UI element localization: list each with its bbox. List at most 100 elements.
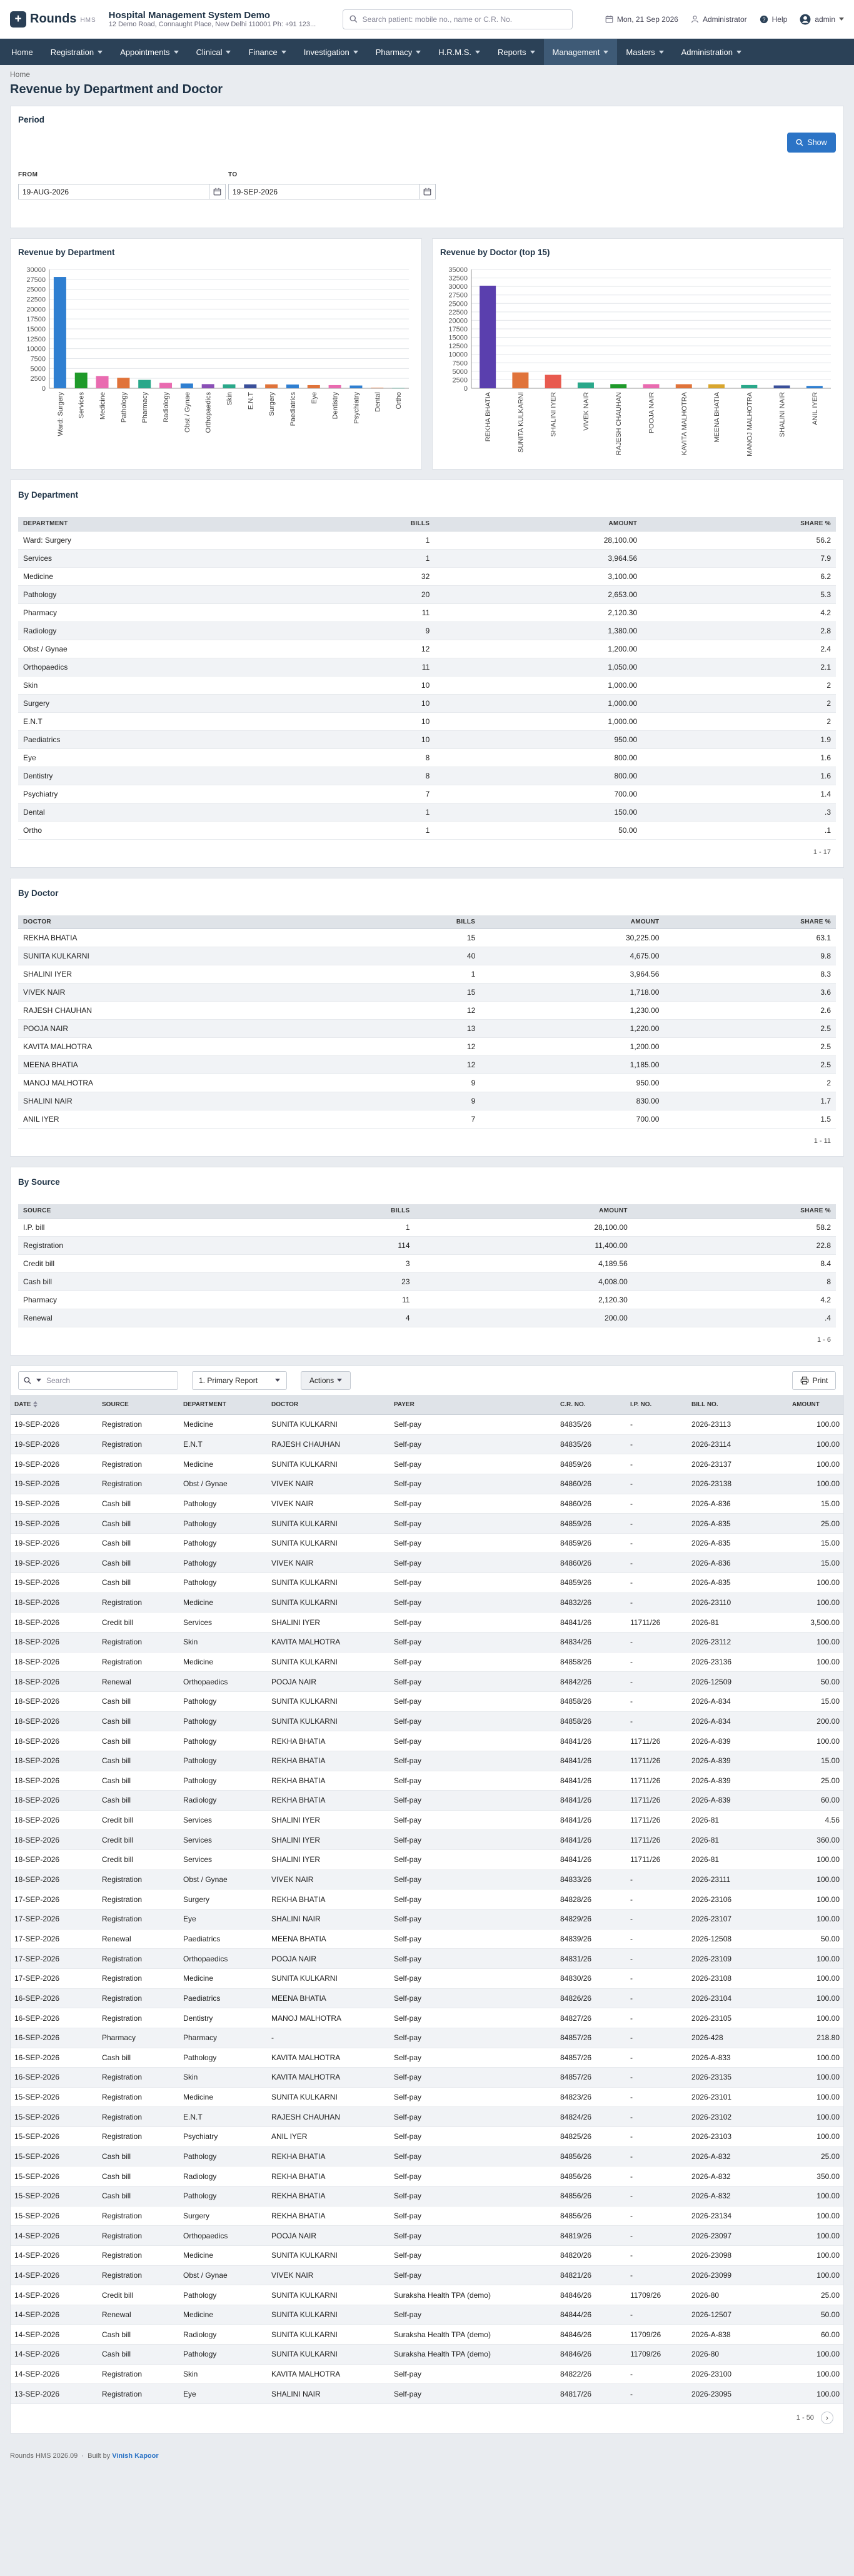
- column-header[interactable]: DEPARTMENT: [179, 1394, 268, 1415]
- bar[interactable]: [480, 285, 496, 388]
- column-header[interactable]: SHARE %: [642, 517, 836, 531]
- table-cell: SUNITA KULKARNI: [268, 1414, 390, 1435]
- column-header[interactable]: AMOUNT: [435, 517, 643, 531]
- nav-investigation[interactable]: Investigation: [295, 39, 367, 65]
- column-header[interactable]: I.P. NO.: [626, 1394, 688, 1415]
- table-cell: Self-pay: [390, 2028, 556, 2048]
- nav-masters[interactable]: Masters: [617, 39, 672, 65]
- from-calendar-button[interactable]: [209, 184, 225, 199]
- column-header[interactable]: C.R. NO.: [556, 1394, 626, 1415]
- bar[interactable]: [577, 382, 594, 388]
- column-header[interactable]: DOCTOR: [268, 1394, 390, 1415]
- table-cell: 2026-23137: [688, 1454, 788, 1474]
- to-calendar-button[interactable]: [419, 184, 435, 199]
- table-cell: 2026-23113: [688, 1414, 788, 1435]
- help-link[interactable]: ? Help: [760, 15, 787, 24]
- column-header[interactable]: SOURCE: [18, 1204, 269, 1219]
- show-button[interactable]: Show: [787, 133, 836, 153]
- bar[interactable]: [773, 385, 790, 388]
- nav-reports[interactable]: Reports: [489, 39, 544, 65]
- column-header-date[interactable]: DATE: [11, 1394, 98, 1415]
- column-header[interactable]: BILLS: [296, 517, 435, 531]
- column-header[interactable]: DOCTOR: [18, 915, 358, 929]
- column-header[interactable]: BILLS: [357, 915, 481, 929]
- nav-label: Masters: [626, 47, 655, 57]
- nav-finance[interactable]: Finance: [239, 39, 294, 65]
- bar[interactable]: [512, 372, 529, 388]
- breadcrumb-home[interactable]: Home: [10, 70, 30, 79]
- nav-label: Home: [11, 47, 33, 57]
- nav-hrms[interactable]: H.R.M.S.: [430, 39, 489, 65]
- column-header[interactable]: PAYER: [390, 1394, 556, 1415]
- bar[interactable]: [223, 384, 236, 388]
- actions-button[interactable]: Actions: [301, 1371, 351, 1390]
- bar[interactable]: [286, 384, 299, 388]
- next-page-button[interactable]: ›: [821, 2412, 833, 2425]
- from-date-field[interactable]: 19-AUG-2026: [18, 184, 226, 199]
- table-cell: Cash bill: [98, 2324, 179, 2345]
- print-button[interactable]: Print: [792, 1371, 836, 1390]
- nav-registration[interactable]: Registration: [42, 39, 111, 65]
- bar[interactable]: [180, 383, 193, 388]
- bar[interactable]: [545, 375, 561, 388]
- column-header[interactable]: BILL NO.: [688, 1394, 788, 1415]
- bar[interactable]: [244, 384, 257, 388]
- table-cell: 19-SEP-2026: [11, 1533, 98, 1554]
- bar[interactable]: [307, 385, 320, 388]
- bar[interactable]: [159, 383, 173, 388]
- column-header[interactable]: DEPARTMENT: [18, 517, 296, 531]
- user-menu[interactable]: admin: [800, 14, 844, 25]
- table-cell: SUNITA KULKARNI: [268, 1968, 390, 1989]
- to-date-field[interactable]: 19-SEP-2026: [228, 184, 436, 199]
- nav-home[interactable]: Home: [3, 39, 42, 65]
- column-header[interactable]: AMOUNT: [788, 1394, 843, 1415]
- bar[interactable]: [74, 372, 88, 388]
- bar[interactable]: [708, 384, 725, 388]
- bar[interactable]: [392, 388, 405, 389]
- nav-appointments[interactable]: Appointments: [111, 39, 188, 65]
- bar[interactable]: [741, 385, 758, 388]
- table-cell: -: [626, 2364, 688, 2385]
- bar[interactable]: [117, 378, 130, 388]
- nav-clinical[interactable]: Clinical: [188, 39, 240, 65]
- table-cell: Eye: [179, 1909, 268, 1929]
- table-cell: 100.00: [788, 1849, 843, 1870]
- bar[interactable]: [328, 385, 341, 388]
- nav-pharmacy[interactable]: Pharmacy: [367, 39, 430, 65]
- calendar-icon: [423, 188, 431, 196]
- bar[interactable]: [138, 380, 151, 388]
- x-tick-label: ANIL IYER: [811, 392, 819, 425]
- bar[interactable]: [201, 384, 214, 388]
- column-header[interactable]: AMOUNT: [414, 1204, 633, 1219]
- table-cell: 84841/26: [556, 1790, 626, 1811]
- table-cell: Self-pay: [390, 2206, 556, 2226]
- bar[interactable]: [806, 386, 823, 388]
- bar[interactable]: [53, 277, 66, 388]
- footer-author-link[interactable]: Vinish Kapoor: [112, 2452, 158, 2460]
- table-cell: 20: [296, 585, 435, 604]
- chevron-down-icon[interactable]: [36, 1379, 41, 1382]
- table-cell: Dentistry: [179, 2008, 268, 2028]
- column-header[interactable]: SOURCE: [98, 1394, 179, 1415]
- column-header[interactable]: SHARE %: [664, 915, 836, 929]
- report-select[interactable]: 1. Primary Report: [192, 1371, 287, 1390]
- column-header[interactable]: BILLS: [269, 1204, 415, 1219]
- bar[interactable]: [610, 384, 627, 388]
- bar[interactable]: [349, 385, 363, 388]
- column-header[interactable]: AMOUNT: [480, 915, 665, 929]
- column-header[interactable]: SHARE %: [632, 1204, 836, 1219]
- table-cell: 3.6: [664, 983, 836, 1002]
- nav-administration[interactable]: Administration: [673, 39, 750, 65]
- bar[interactable]: [265, 384, 278, 388]
- report-search-input[interactable]: Search: [18, 1371, 178, 1390]
- patient-search-input[interactable]: Search patient: mobile no., name or C.R.…: [342, 9, 573, 29]
- table-cell: Suraksha Health TPA (demo): [390, 2324, 556, 2345]
- bar[interactable]: [675, 384, 692, 388]
- table-cell: 1,185.00: [480, 1055, 665, 1074]
- table-cell: 84820/26: [556, 2245, 626, 2266]
- table-cell: 100.00: [788, 1632, 843, 1653]
- bar[interactable]: [643, 384, 660, 388]
- bar[interactable]: [96, 376, 109, 388]
- app-brand[interactable]: + Rounds HMS: [10, 11, 96, 28]
- nav-management[interactable]: Management: [543, 39, 618, 65]
